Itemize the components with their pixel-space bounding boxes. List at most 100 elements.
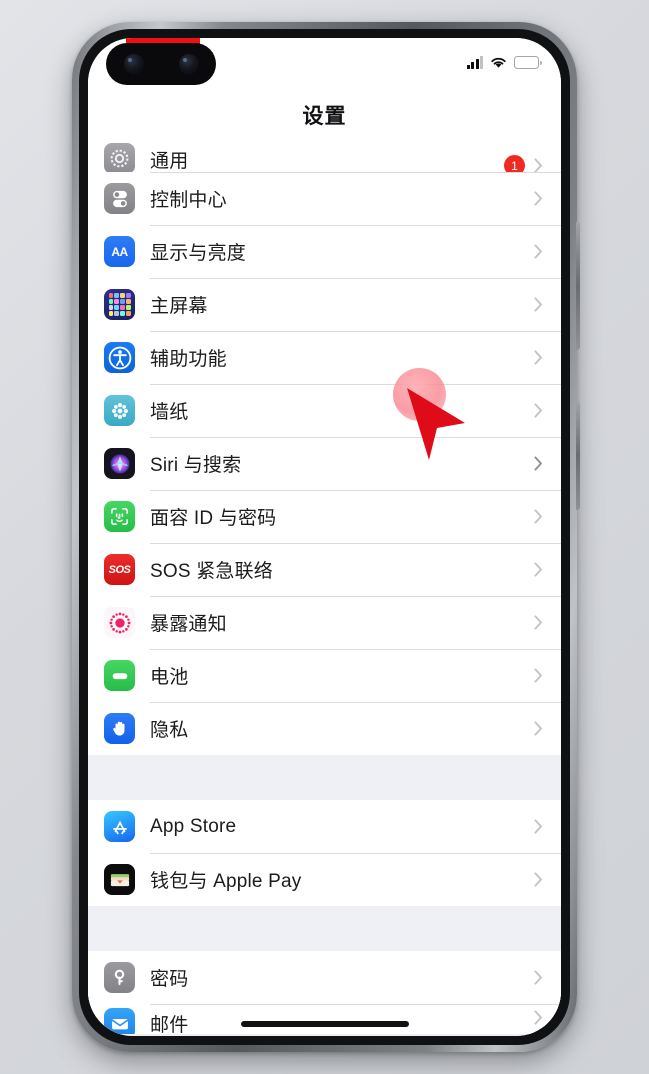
mail-icon (104, 1008, 135, 1034)
battery-icon (104, 660, 135, 691)
settings-row-privacy[interactable]: 隐私 (88, 702, 561, 755)
settings-group-store: App Store 钱包与 Apple Pay (88, 800, 561, 906)
row-accessory (534, 721, 561, 736)
phone-screen: 设置 通用 1 控制中心 AA 显示与亮度 主屏幕 辅助功能 墙纸 Siri 与… (88, 38, 561, 1036)
face-id-icon (104, 501, 135, 532)
home-screen-icon (104, 289, 135, 320)
display-brightness-icon: AA (104, 236, 135, 267)
gear-icon (104, 143, 135, 172)
settings-row-wallet-apple-pay[interactable]: 钱包与 Apple Pay (88, 853, 561, 906)
chevron-right-icon (534, 158, 542, 172)
settings-row-siri-search[interactable]: Siri 与搜索 (88, 437, 561, 490)
status-bar-icons (466, 56, 542, 69)
settings-row-label: 控制中心 (150, 190, 227, 211)
settings-group-system: 通用 1 控制中心 AA 显示与亮度 主屏幕 辅助功能 墙纸 Siri 与搜索 … (88, 142, 561, 755)
row-accessory: 1 (504, 155, 561, 172)
camera-lens-right (178, 54, 199, 74)
chevron-right-icon (534, 615, 542, 630)
chevron-right-icon (534, 970, 542, 985)
row-accessory (534, 297, 561, 312)
settings-row-general[interactable]: 通用 1 (88, 142, 561, 172)
chevron-right-icon (534, 872, 542, 887)
chevron-right-icon (534, 562, 542, 577)
settings-row-label: Siri 与搜索 (150, 455, 242, 476)
chevron-right-icon (534, 191, 542, 206)
dual-camera-cutout (106, 43, 216, 85)
settings-row-label: 邮件 (150, 1015, 189, 1034)
settings-row-label: 通用 (150, 151, 189, 172)
status-bar (88, 38, 561, 100)
settings-row-emergency-sos[interactable]: SOS SOS 紧急联络 (88, 543, 561, 596)
settings-row-battery[interactable]: 电池 (88, 649, 561, 702)
row-accessory (534, 615, 561, 630)
notification-badge: 1 (504, 155, 525, 172)
group-separator (88, 906, 561, 951)
chevron-right-icon (534, 456, 542, 471)
settings-row-app-store[interactable]: App Store (88, 800, 561, 853)
volume-button[interactable] (576, 222, 580, 350)
settings-row-wallpaper[interactable]: 墙纸 (88, 384, 561, 437)
chevron-right-icon (534, 244, 542, 259)
settings-row-label: 显示与亮度 (150, 243, 247, 264)
row-accessory (534, 456, 561, 471)
control-center-icon (104, 183, 135, 214)
settings-row-label: 密码 (150, 969, 189, 990)
settings-row-mail[interactable]: 邮件 (88, 1004, 561, 1034)
settings-row-label: 隐私 (150, 720, 189, 741)
settings-list[interactable]: 通用 1 控制中心 AA 显示与亮度 主屏幕 辅助功能 墙纸 Siri 与搜索 … (88, 142, 561, 1036)
chevron-right-icon (534, 297, 542, 312)
phone-bezel: 设置 通用 1 控制中心 AA 显示与亮度 主屏幕 辅助功能 墙纸 Siri 与… (79, 29, 570, 1045)
page-title: 设置 (302, 105, 347, 128)
settings-row-home-screen[interactable]: 主屏幕 (88, 278, 561, 331)
settings-row-exposure-notifications[interactable]: 暴露通知 (88, 596, 561, 649)
row-accessory (534, 1010, 561, 1025)
settings-row-label: App Store (150, 815, 237, 837)
chevron-right-icon (534, 509, 542, 524)
home-indicator-bar[interactable] (240, 1021, 409, 1027)
camera-lens-left (123, 54, 144, 74)
wifi-icon (491, 57, 506, 68)
aa-glyph: AA (111, 244, 128, 259)
power-button[interactable] (576, 402, 580, 510)
settings-row-passwords[interactable]: 密码 (88, 951, 561, 1004)
row-accessory (534, 350, 561, 365)
privacy-hand-icon (104, 713, 135, 744)
navigation-bar: 设置 (88, 100, 561, 142)
chevron-right-icon (534, 668, 542, 683)
siri-icon (104, 448, 135, 479)
group-separator (88, 755, 561, 800)
settings-row-label: 辅助功能 (150, 349, 227, 370)
wallet-icon (104, 864, 135, 895)
row-accessory (534, 872, 561, 887)
row-accessory (534, 244, 561, 259)
row-accessory (534, 191, 561, 206)
home-screen-dot-grid (108, 293, 131, 316)
settings-row-label: SOS 紧急联络 (150, 561, 274, 582)
exposure-dot-ring (109, 612, 130, 633)
chevron-right-icon (534, 721, 542, 736)
chevron-right-icon (534, 403, 542, 418)
settings-row-face-id-passcode[interactable]: 面容 ID 与密码 (88, 490, 561, 543)
settings-row-label: 暴露通知 (150, 614, 227, 635)
row-accessory (534, 403, 561, 418)
settings-row-label: 电池 (150, 667, 189, 688)
settings-row-accessibility[interactable]: 辅助功能 (88, 331, 561, 384)
exposure-notification-icon (104, 607, 135, 638)
row-accessory (534, 970, 561, 985)
settings-row-label: 墙纸 (150, 402, 189, 423)
settings-row-control-center[interactable]: 控制中心 (88, 172, 561, 225)
chevron-right-icon (534, 819, 542, 834)
phone-frame: 设置 通用 1 控制中心 AA 显示与亮度 主屏幕 辅助功能 墙纸 Siri 与… (72, 22, 580, 1052)
app-store-icon (104, 811, 135, 842)
settings-row-label: 钱包与 Apple Pay (150, 871, 302, 892)
row-accessory (534, 668, 561, 683)
accessibility-icon (104, 342, 135, 373)
sos-icon: SOS (104, 554, 135, 585)
row-accessory (534, 819, 561, 834)
password-key-icon (104, 962, 135, 993)
settings-row-label: 主屏幕 (150, 296, 208, 317)
settings-row-display-brightness[interactable]: AA 显示与亮度 (88, 225, 561, 278)
chevron-right-icon (534, 1010, 542, 1025)
sos-glyph: SOS (108, 563, 131, 576)
cellular-signal-icon (466, 56, 483, 69)
